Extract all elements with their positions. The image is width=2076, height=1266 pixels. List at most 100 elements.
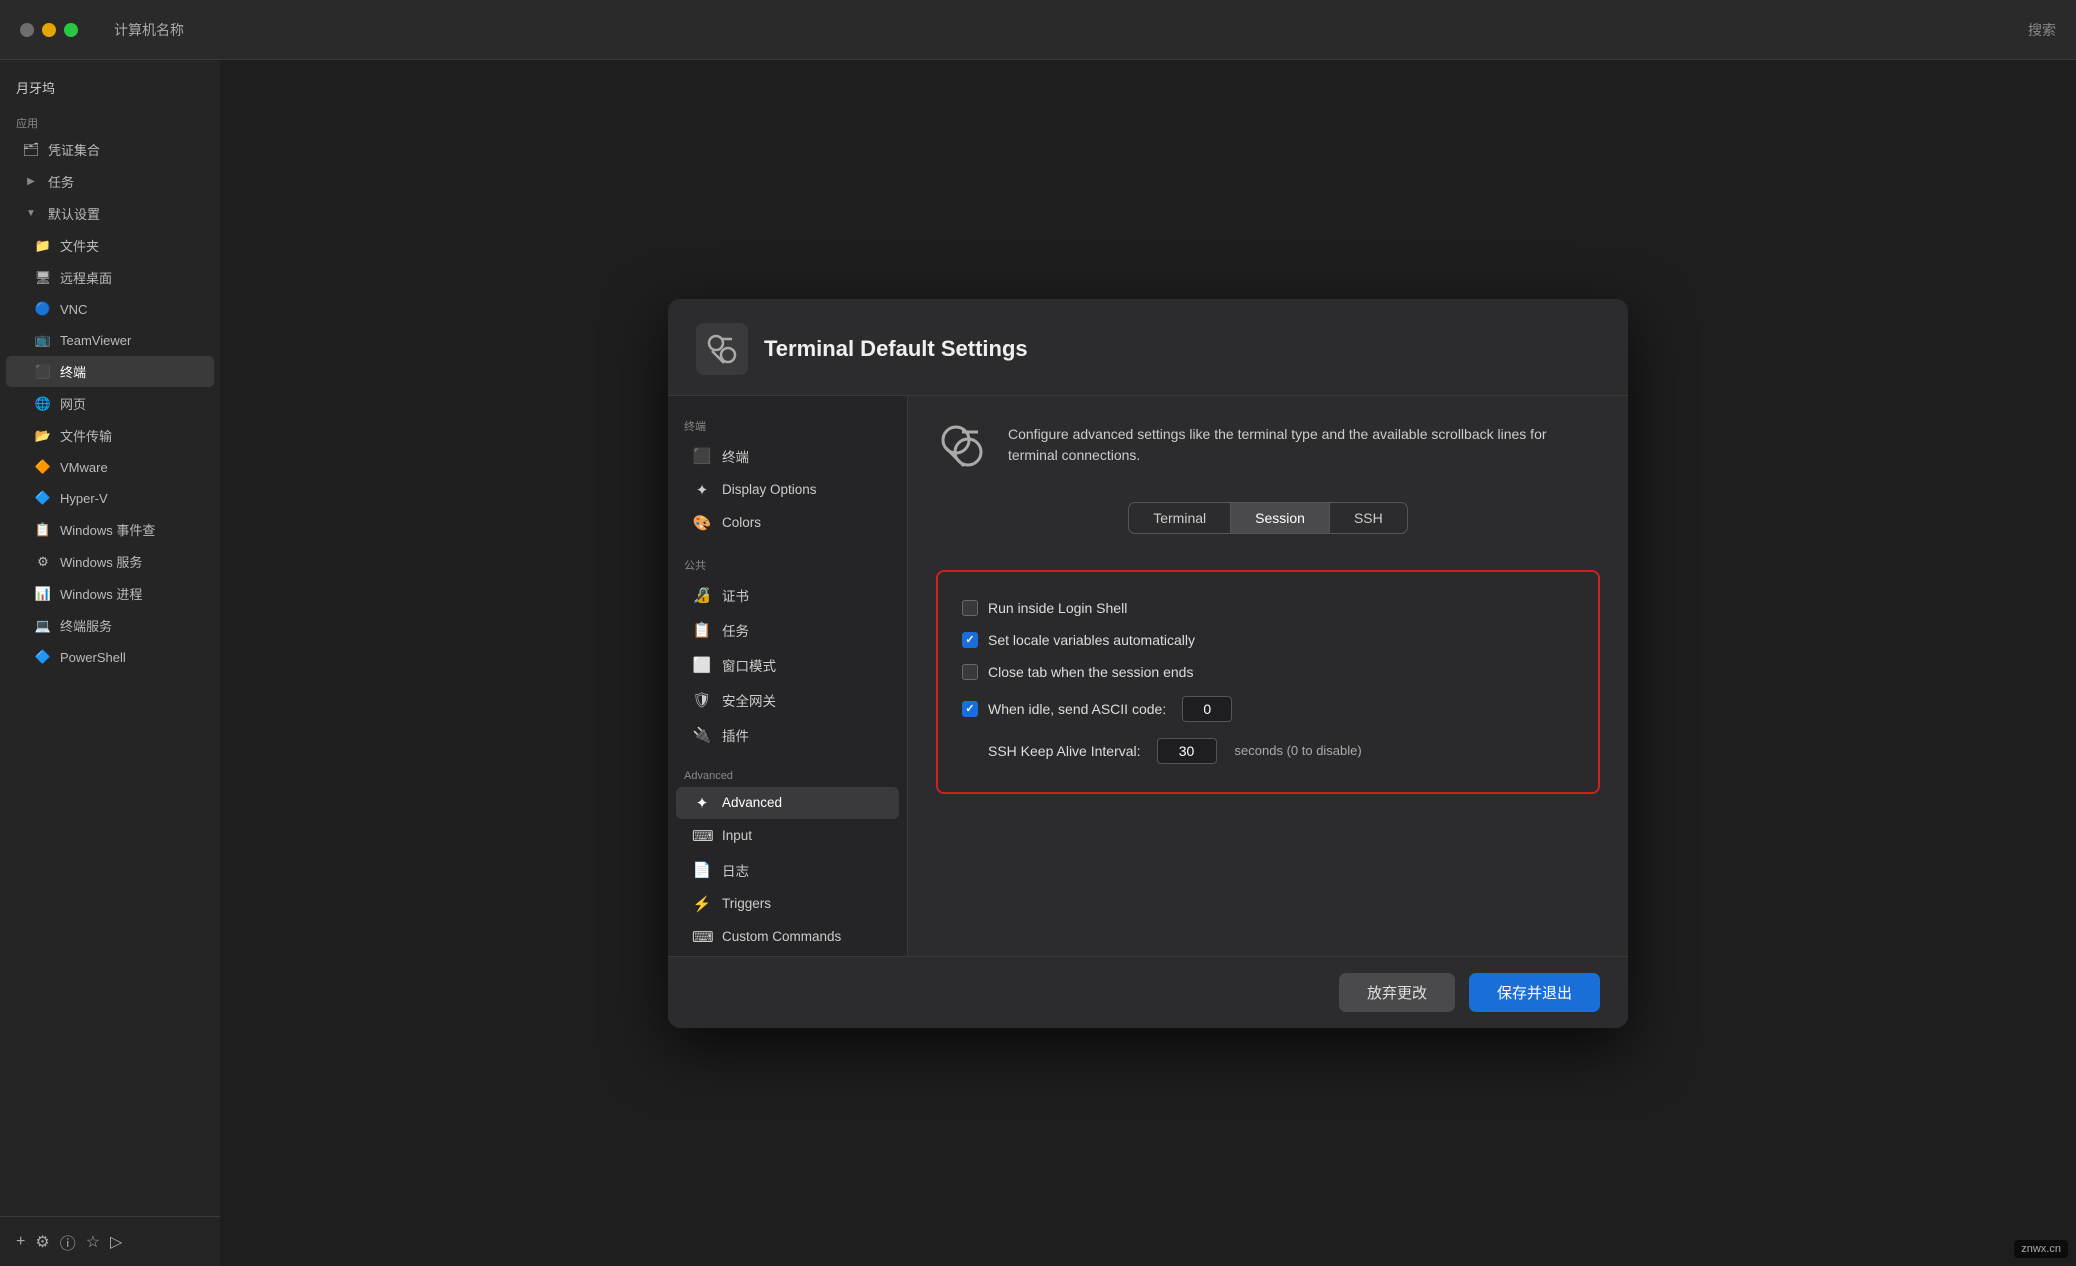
minimize-button[interactable]: [42, 23, 56, 37]
cancel-button[interactable]: 放弃更改: [1339, 973, 1455, 1012]
nav-item-tunnels[interactable]: 🔗 Tunnels: [676, 954, 899, 956]
settings-icon[interactable]: ⚙: [35, 1232, 49, 1252]
file-transfer-icon: 📂: [34, 427, 52, 445]
sidebar-item-label: Windows 事件查: [60, 520, 155, 539]
remote-desktop-icon: 🖥: [34, 269, 52, 287]
sidebar-item-vmware[interactable]: 🔶 VMware: [6, 452, 214, 482]
idle-ascii-input[interactable]: [1182, 696, 1232, 722]
sidebar-item-file-transfer[interactable]: 📂 文件传输: [6, 420, 214, 451]
nav-item-logs[interactable]: 📄 日志: [676, 853, 899, 887]
settings-panel: Run inside Login Shell Set locale variab…: [936, 570, 1600, 794]
dialog-body: 终端 ⬛ 终端 ✦ Display Options 🎨 Colors 公共 🔏 …: [668, 396, 1628, 956]
sidebar-item-folder[interactable]: 📁 文件夹: [6, 230, 214, 261]
nav-item-label: 插件: [722, 725, 749, 745]
settings-row-idle: When idle, send ASCII code:: [962, 688, 1574, 730]
sidebar-item-label: 网页: [60, 394, 86, 413]
nav-item-tasks-nav[interactable]: 📋 任务: [676, 613, 899, 647]
sidebar-item-web[interactable]: 🌐 网页: [6, 388, 214, 419]
sidebar-item-teamviewer[interactable]: 📺 TeamViewer: [6, 325, 214, 355]
dialog-footer: 放弃更改 保存并退出: [668, 956, 1628, 1028]
nav-item-window-mode[interactable]: ⬜ 窗口模式: [676, 648, 899, 682]
sidebar-item-label: 凭证集合: [48, 140, 100, 159]
sidebar-item-win-process[interactable]: 📊 Windows 进程: [6, 578, 214, 609]
info-icon[interactable]: ⓘ: [60, 1230, 76, 1254]
sidebar-item-label: TeamViewer: [60, 333, 131, 348]
search-area[interactable]: 搜索: [2028, 20, 2056, 40]
sidebar-item-remote-desktop[interactable]: 🖥 远程桌面: [6, 262, 214, 293]
znwx-badge: znwx.cn: [2014, 1240, 2068, 1258]
tasks-nav-icon: 📋: [692, 621, 712, 639]
nav-item-colors[interactable]: 🎨 Colors: [676, 507, 899, 539]
sidebar-item-credentials[interactable]: 🗂 凭证集合: [6, 134, 214, 165]
tab-session[interactable]: Session: [1231, 503, 1330, 533]
add-icon[interactable]: +: [16, 1233, 25, 1251]
sidebar-item-label: 远程桌面: [60, 268, 112, 287]
content-description: Configure advanced settings like the ter…: [936, 420, 1600, 482]
nav-section-terminal: 终端: [668, 412, 907, 438]
ssh-keepalive-suffix: seconds (0 to disable): [1235, 743, 1362, 758]
ssh-keepalive-input[interactable]: [1157, 738, 1217, 764]
dialog-title: Terminal Default Settings: [764, 336, 1028, 362]
terminal-icon: ⬛: [34, 363, 52, 381]
nav-item-custom-commands[interactable]: ⌨ Custom Commands: [676, 921, 899, 953]
window-mode-icon: ⬜: [692, 656, 712, 674]
terminal-service-icon: 💻: [34, 617, 52, 635]
tab-terminal[interactable]: Terminal: [1129, 503, 1231, 533]
hyperv-icon: 🔷: [34, 489, 52, 507]
sidebar-item-powershell[interactable]: 🔷 PowerShell: [6, 642, 214, 672]
checkbox-login-shell[interactable]: [962, 600, 978, 616]
sidebar-item-terminal-service[interactable]: 💻 终端服务: [6, 610, 214, 641]
sidebar-item-label: Windows 服务: [60, 552, 142, 571]
win-event-icon: 📋: [34, 521, 52, 539]
nav-item-label: 窗口模式: [722, 655, 776, 675]
sidebar-item-win-service[interactable]: ⚙ Windows 服务: [6, 546, 214, 577]
sidebar-item-tasks[interactable]: ▶ 任务: [6, 166, 214, 197]
checkbox-idle[interactable]: [962, 701, 978, 717]
nav-item-plugins[interactable]: 🔌 插件: [676, 718, 899, 752]
sidebar-item-hyperv[interactable]: 🔷 Hyper-V: [6, 483, 214, 513]
nav-item-label: 任务: [722, 620, 749, 640]
nav-item-security-gateway[interactable]: 🛡 安全网关: [676, 683, 899, 717]
settings-row-login-shell: Run inside Login Shell: [962, 592, 1574, 624]
play-icon[interactable]: ▷: [110, 1232, 122, 1252]
content-desc-icon: [936, 420, 988, 482]
sidebar-item-label: VNC: [60, 302, 87, 317]
checkbox-locale[interactable]: [962, 632, 978, 648]
dialog-header: Terminal Default Settings: [668, 299, 1628, 396]
sidebar-item-terminal[interactable]: ⬛ 终端: [6, 356, 214, 387]
nav-item-display-options[interactable]: ✦ Display Options: [676, 474, 899, 506]
sidebar-item-label: 文件传输: [60, 426, 112, 445]
sidebar-item-label: 终端: [60, 362, 86, 381]
tabs-wrapper: Terminal Session SSH: [936, 502, 1600, 552]
save-button[interactable]: 保存并退出: [1469, 973, 1600, 1012]
nav-item-advanced[interactable]: ✦ Advanced: [676, 787, 899, 819]
dialog: Terminal Default Settings 终端 ⬛ 终端 ✦ Disp…: [668, 299, 1628, 1028]
star-icon[interactable]: ☆: [86, 1232, 100, 1252]
sidebar-item-win-event[interactable]: 📋 Windows 事件查: [6, 514, 214, 545]
dialog-content: Configure advanced settings like the ter…: [908, 396, 1628, 956]
maximize-button[interactable]: [64, 23, 78, 37]
nav-item-triggers[interactable]: ⚡ Triggers: [676, 888, 899, 920]
sidebar-item-label: 终端服务: [60, 616, 112, 635]
credentials-icon: 🗂: [22, 141, 40, 159]
sidebar-item-defaults[interactable]: ▼ 默认设置: [6, 198, 214, 229]
input-icon: ⌨: [692, 827, 712, 845]
vmware-icon: 🔶: [34, 458, 52, 476]
close-button[interactable]: [20, 23, 34, 37]
folder-icon: 📁: [34, 237, 52, 255]
vnc-icon: 🔵: [34, 300, 52, 318]
label-locale: Set locale variables automatically: [988, 632, 1195, 648]
web-icon: 🌐: [34, 395, 52, 413]
nav-item-label: 日志: [722, 860, 749, 880]
top-bar: 计算机名称 搜索: [0, 0, 2076, 60]
win-process-icon: 📊: [34, 585, 52, 603]
nav-item-input[interactable]: ⌨ Input: [676, 820, 899, 852]
nav-item-terminal[interactable]: ⬛ 终端: [676, 439, 899, 473]
sidebar-item-vnc[interactable]: 🔵 VNC: [6, 294, 214, 324]
nav-item-certificate[interactable]: 🔏 证书: [676, 578, 899, 612]
checkbox-close-tab[interactable]: [962, 664, 978, 680]
terminal-nav-icon: ⬛: [692, 447, 712, 465]
plugins-icon: 🔌: [692, 726, 712, 744]
teamviewer-icon: 📺: [34, 331, 52, 349]
tab-ssh[interactable]: SSH: [1330, 503, 1407, 533]
